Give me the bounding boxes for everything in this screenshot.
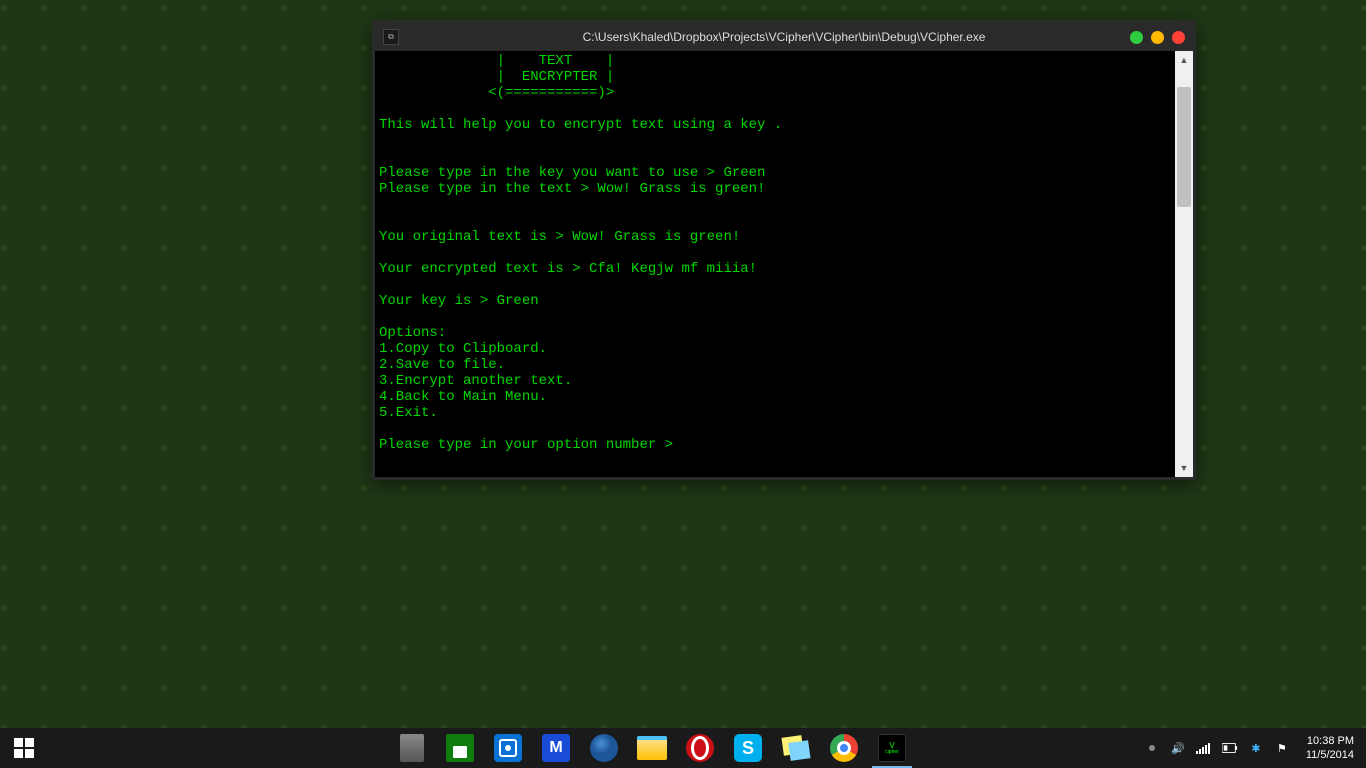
battery-icon[interactable]: [1222, 740, 1238, 756]
taskbar-item-teamviewer[interactable]: [484, 728, 532, 768]
original-text: You original text is > Wow! Grass is gre…: [379, 229, 740, 245]
taskbar-item-store[interactable]: [436, 728, 484, 768]
option-item: 2.Save to file.: [379, 357, 505, 373]
taskbar-item-stickynotes[interactable]: [772, 728, 820, 768]
option-item: 1.Copy to Clipboard.: [379, 341, 547, 357]
prompt-option: Please type in your option number >: [379, 437, 681, 453]
teamviewer-icon: [494, 734, 522, 762]
skype-icon: S: [734, 734, 762, 762]
minimize-button[interactable]: [1130, 31, 1143, 44]
taskbar-item-malwarebytes[interactable]: M: [532, 728, 580, 768]
scroll-thumb[interactable]: [1177, 87, 1191, 207]
volume-icon[interactable]: 🔊: [1170, 740, 1186, 756]
taskbar-item-explorer[interactable]: [628, 728, 676, 768]
signal-icon: [1196, 742, 1212, 754]
taskbar-item-server[interactable]: [388, 728, 436, 768]
wifi-icon[interactable]: [1196, 740, 1212, 756]
clock[interactable]: 10:38 PM 11/5/2014: [1300, 734, 1360, 762]
banner-line: <(===========)>: [379, 85, 614, 101]
titlebar[interactable]: ⧉ C:\Users\Khaled\Dropbox\Projects\VCiph…: [375, 23, 1193, 51]
scrollbar[interactable]: ▲ ▼: [1175, 51, 1193, 477]
banner-line: | TEXT |: [379, 53, 614, 69]
console-window: ⧉ C:\Users\Khaled\Dropbox\Projects\VCiph…: [372, 20, 1196, 480]
app-icon: ⧉: [383, 29, 399, 45]
bluetooth-icon[interactable]: ✱: [1248, 740, 1264, 756]
encrypted-text: Your encrypted text is > Cfa! Kegjw mf m…: [379, 261, 757, 277]
server-icon: [400, 734, 424, 762]
key-text: Your key is > Green: [379, 293, 539, 309]
clock-date: 11/5/2014: [1306, 748, 1354, 762]
malwarebytes-icon: M: [542, 734, 570, 762]
taskbar-item-opera[interactable]: [676, 728, 724, 768]
vcipher-icon: Vcipher: [878, 734, 906, 762]
tray-overflow-icon[interactable]: [1144, 740, 1160, 756]
close-button[interactable]: [1172, 31, 1185, 44]
firefox-icon: [590, 734, 618, 762]
taskbar-item-firefox[interactable]: [580, 728, 628, 768]
console-area: | TEXT | | ENCRYPTER | <(===========)> T…: [375, 51, 1193, 477]
taskbar-item-skype[interactable]: S: [724, 728, 772, 768]
prompt-text: Please type in the text > Wow! Grass is …: [379, 181, 765, 197]
explorer-icon: [637, 736, 667, 760]
option-item: 5.Exit.: [379, 405, 438, 421]
banner-line: | ENCRYPTER |: [379, 69, 614, 85]
taskbar: M S Vcipher 🔊 ✱ ⚑ 10:38 PM 11/5/2014: [0, 728, 1366, 768]
windows-icon: [14, 738, 34, 758]
chrome-icon: [830, 734, 858, 762]
prompt-key: Please type in the key you want to use >…: [379, 165, 765, 181]
window-controls: [1130, 31, 1185, 44]
options-header: Options:: [379, 325, 446, 341]
maximize-button[interactable]: [1151, 31, 1164, 44]
window-title: C:\Users\Khaled\Dropbox\Projects\VCipher…: [583, 30, 986, 44]
taskbar-item-vcipher[interactable]: Vcipher: [868, 728, 916, 768]
intro-text: This will help you to encrypt text using…: [379, 117, 782, 133]
option-item: 4.Back to Main Menu.: [379, 389, 547, 405]
desktop: ⧉ C:\Users\Khaled\Dropbox\Projects\VCiph…: [0, 0, 1366, 768]
taskbar-item-chrome[interactable]: [820, 728, 868, 768]
opera-icon: [686, 734, 714, 762]
start-button[interactable]: [0, 728, 48, 768]
scroll-down-button[interactable]: ▼: [1175, 459, 1193, 477]
taskbar-apps: M S Vcipher: [388, 728, 916, 768]
system-tray: 🔊 ✱ ⚑ 10:38 PM 11/5/2014: [1144, 728, 1366, 768]
store-icon: [446, 734, 474, 762]
stickynotes-icon: [781, 734, 810, 761]
scroll-track[interactable]: [1175, 69, 1193, 459]
action-center-icon[interactable]: ⚑: [1274, 740, 1290, 756]
console-output[interactable]: | TEXT | | ENCRYPTER | <(===========)> T…: [375, 51, 1175, 477]
clock-time: 10:38 PM: [1307, 734, 1354, 748]
option-item: 3.Encrypt another text.: [379, 373, 572, 389]
scroll-up-button[interactable]: ▲: [1175, 51, 1193, 69]
